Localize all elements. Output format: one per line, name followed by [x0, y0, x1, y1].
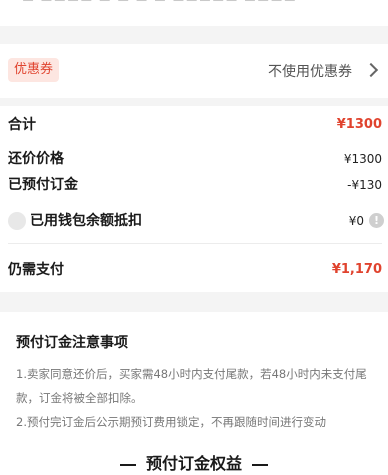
amount-due-label: 仍需支付 — [8, 262, 64, 278]
left-dash — [119, 463, 136, 466]
counter-price-value: ¥1300 — [343, 152, 382, 166]
note-line-1: 1.卖家同意还价后，买家需48小时内支付尾款，若48小时内未支付尾款，订金将被全… — [16, 367, 367, 405]
total-row: 合计 ¥1300 — [0, 112, 388, 138]
counter-price-row: 还价价格 ¥1300 — [0, 146, 388, 172]
wallet-deduction-row[interactable]: 已用钱包余额抵扣 ¥0 ! — [0, 208, 388, 234]
previous-section-edge: ▬ ▬▬▬▬ ▬ ▬ ▬ ▬ ▬▬▬▬▬ ▬▬▬▬ — [0, 0, 388, 26]
counter-price-label: 还价价格 — [8, 151, 64, 167]
benefits-title: 预付订金权益 — [145, 454, 242, 473]
note-line-2: 2.预付完订金后公示期预订费用锁定，不再跟随时间进行变动 — [16, 415, 326, 429]
coupon-tag: 优惠券 — [8, 58, 60, 82]
payment-summary: 合计 ¥1300 还价价格 ¥1300 已预付订金 -¥130 已用钱包余额抵扣… — [0, 106, 388, 292]
wallet-label: 已用钱包余额抵扣 — [30, 213, 142, 229]
notes-title: 预付订金注意事项 — [16, 335, 128, 351]
divider — [8, 243, 382, 244]
deposit-row: 已预付订金 -¥130 — [0, 172, 388, 198]
amount-due-row: 仍需支付 ¥1,170 — [0, 257, 388, 283]
right-dash — [252, 463, 268, 466]
deposit-notes: 预付订金注意事项 1.卖家同意还价后，买家需48小时内支付尾款，若48小时内未支… — [0, 312, 388, 475]
coupon-selector[interactable]: 优惠券 不使用优惠券 — [0, 44, 388, 98]
coupon-value: 不使用优惠券 — [268, 64, 352, 80]
total-label: 合计 — [8, 117, 36, 133]
wallet-radio[interactable] — [8, 212, 26, 230]
cut-off-text: ▬ ▬▬▬▬ ▬ ▬ ▬ ▬ ▬▬▬▬▬ ▬▬▬▬ — [22, 0, 297, 6]
chevron-right-icon — [363, 62, 379, 78]
total-value: ¥1300 — [336, 117, 382, 132]
wallet-value: ¥0 — [348, 214, 364, 228]
info-icon[interactable]: ! — [369, 213, 384, 228]
deposit-value: -¥130 — [347, 178, 382, 192]
deposit-label: 已预付订金 — [8, 177, 78, 193]
benefits-heading: 预付订金权益 — [0, 450, 388, 474]
amount-due-value: ¥1,170 — [331, 262, 382, 277]
